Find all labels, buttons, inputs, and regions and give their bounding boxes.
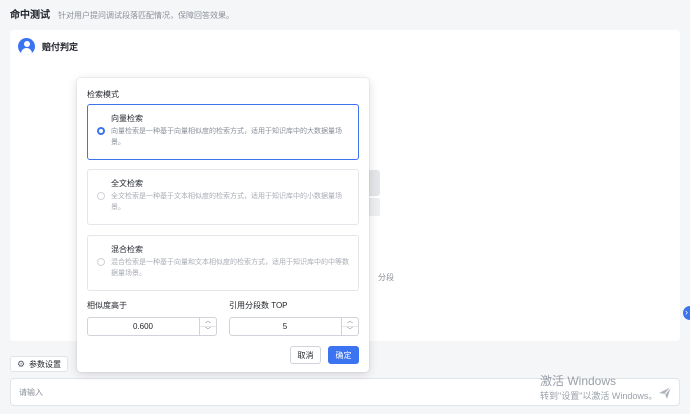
radio-fulltext[interactable] xyxy=(97,192,105,200)
similarity-value[interactable]: 0.600 xyxy=(88,318,198,335)
radio-hybrid[interactable] xyxy=(97,258,105,266)
watermark-line-2: 转到"设置"以激活 Windows。 xyxy=(540,391,658,401)
send-icon[interactable] xyxy=(657,385,673,401)
query-input[interactable] xyxy=(19,385,499,399)
retrieval-settings-popover: 检索模式 向量检索 向量检索是一种基于向量相似度的检索方式，适用于知识库中的大数… xyxy=(77,78,369,372)
retrieval-mode-label: 检索模式 xyxy=(87,90,119,99)
similarity-label: 相似度高于 xyxy=(87,301,127,310)
mode-title-vector: 向量检索 xyxy=(111,114,143,123)
user-avatar-icon xyxy=(18,38,35,55)
top-n-value[interactable]: 5 xyxy=(230,318,340,335)
floating-action-icon[interactable]: › xyxy=(683,306,690,320)
top-n-label: 引用分段数 TOP xyxy=(229,301,288,310)
watermark-line-1: 激活 Windows xyxy=(540,374,617,388)
chevron-down-icon[interactable]: ﹀ xyxy=(200,327,216,336)
mode-desc-fulltext: 全文检索是一种基于文本相似度的检索方式，适用于知识库中的小数据量场景。 xyxy=(111,193,342,211)
mode-option-fulltext[interactable]: 全文检索 全文检索是一种基于文本相似度的检索方式，适用于知识库中的小数据量场景。 xyxy=(87,169,359,225)
confirm-button[interactable]: 确定 xyxy=(328,346,359,364)
mode-title-hybrid: 混合检索 xyxy=(111,245,143,254)
chevron-up-icon[interactable]: ︿ xyxy=(200,318,216,327)
page-subtitle: 针对用户提问调试段落匹配情况，保障回答效果。 xyxy=(58,11,234,20)
mode-desc-hybrid: 混合检索是一种基于向量和文本相似度的检索方式，适用于知识库中的中等数据量场景。 xyxy=(111,259,349,277)
mode-desc-vector: 向量检索是一种基于向量相似度的检索方式，适用于知识库中的大数据量场景。 xyxy=(111,128,342,146)
params-settings-button[interactable]: ⚙ 参数设置 xyxy=(10,356,68,372)
top-n-stepper[interactable]: 5 ︿ ﹀ xyxy=(229,317,359,336)
mode-option-hybrid[interactable]: 混合检索 混合检索是一种基于向量和文本相似度的检索方式，适用于知识库中的中等数据… xyxy=(87,235,359,291)
knowledge-base-name: 赔付判定 xyxy=(42,42,79,52)
mode-option-vector[interactable]: 向量检索 向量检索是一种基于向量相似度的检索方式，适用于知识库中的大数据量场景。 xyxy=(87,104,359,160)
chevron-down-icon[interactable]: ﹀ xyxy=(342,327,358,336)
page-header: 命中测试 针对用户提问调试段落匹配情况，保障回答效果。 xyxy=(10,6,234,22)
chevron-up-icon[interactable]: ︿ xyxy=(342,318,358,327)
similarity-stepper[interactable]: 0.600 ︿ ﹀ xyxy=(87,317,217,336)
mode-title-fulltext: 全文检索 xyxy=(111,179,143,188)
gear-icon: ⚙ xyxy=(16,358,26,369)
page-title: 命中测试 xyxy=(10,10,50,21)
radio-vector[interactable] xyxy=(97,127,105,135)
params-settings-label: 参数设置 xyxy=(29,359,62,369)
windows-activation-watermark: 激活 Windows 转到"设置"以激活 Windows。 xyxy=(540,374,657,402)
empty-state-text: 分段 xyxy=(378,273,394,282)
knowledge-base-header: 赔付判定 xyxy=(18,38,78,55)
cancel-button[interactable]: 取消 xyxy=(290,346,321,364)
